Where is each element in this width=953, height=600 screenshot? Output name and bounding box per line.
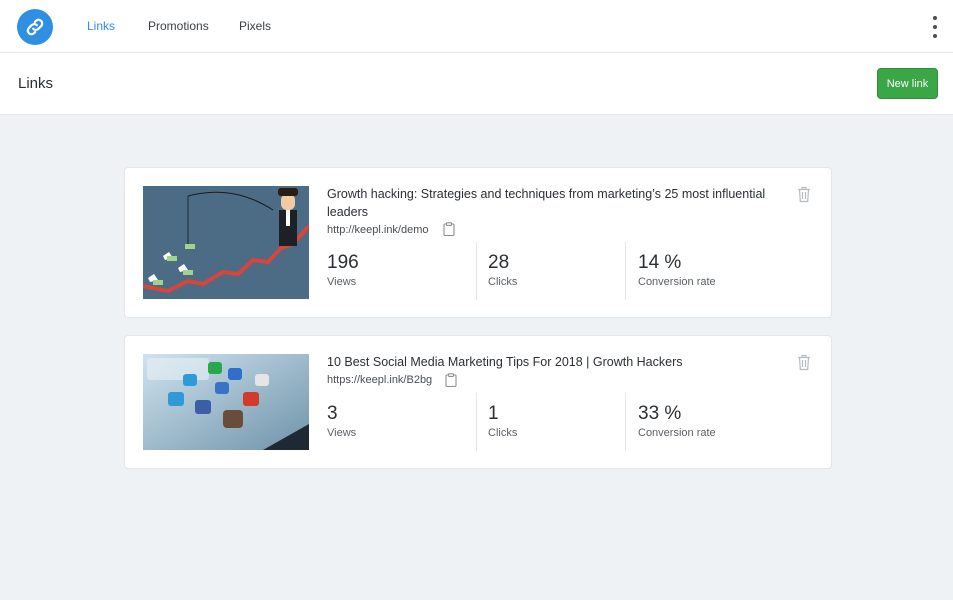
- link-title[interactable]: 10 Best Social Media Marketing Tips For …: [327, 353, 777, 371]
- stat-label: Clicks: [488, 276, 518, 288]
- stat-value: 33 %: [638, 403, 682, 424]
- link-thumbnail[interactable]: [143, 186, 309, 299]
- trash-icon[interactable]: [797, 186, 811, 203]
- divider: [476, 242, 477, 300]
- clipboard-icon[interactable]: [445, 373, 457, 387]
- link-url[interactable]: https://keepl.ink/B2bg: [327, 374, 432, 386]
- views-stat: 196 Views: [327, 252, 467, 288]
- divider: [625, 393, 626, 451]
- link-card: Growth hacking: Strategies and technique…: [124, 167, 832, 318]
- clipboard-icon[interactable]: [443, 222, 455, 236]
- divider: [625, 242, 626, 300]
- page-title: Links: [18, 75, 54, 92]
- link-thumbnail[interactable]: [143, 354, 309, 450]
- stat-label: Conversion rate: [638, 427, 716, 439]
- clicks-stat: 1 Clicks: [488, 403, 628, 439]
- link-url[interactable]: http://keepl.ink/demo: [327, 224, 429, 236]
- stat-value: 196: [327, 252, 359, 273]
- stat-label: Conversion rate: [638, 276, 716, 288]
- nav-tab-links[interactable]: Links: [87, 19, 115, 33]
- link-card: 10 Best Social Media Marketing Tips For …: [124, 335, 832, 469]
- stat-label: Clicks: [488, 427, 518, 439]
- nav-tab-pixels[interactable]: Pixels: [239, 19, 271, 33]
- page-header: Links New link: [0, 53, 953, 115]
- divider: [476, 393, 477, 451]
- conversion-rate-stat: 14 % Conversion rate: [638, 252, 778, 288]
- stat-value: 14 %: [638, 252, 682, 273]
- nav-tab-promotions[interactable]: Promotions: [148, 19, 209, 33]
- stat-label: Views: [327, 276, 357, 288]
- more-options-icon[interactable]: [929, 16, 941, 38]
- stat-value: 28: [488, 252, 510, 273]
- new-link-button[interactable]: New link: [877, 68, 938, 99]
- stat-label: Views: [327, 427, 357, 439]
- conversion-rate-stat: 33 % Conversion rate: [638, 403, 778, 439]
- stat-value: 1: [488, 403, 499, 424]
- trash-icon[interactable]: [797, 354, 811, 371]
- stat-value: 3: [327, 403, 338, 424]
- link-logo-icon[interactable]: [17, 9, 53, 45]
- top-navbar: Links Promotions Pixels: [0, 0, 953, 53]
- views-stat: 3 Views: [327, 403, 467, 439]
- clicks-stat: 28 Clicks: [488, 252, 628, 288]
- link-title[interactable]: Growth hacking: Strategies and technique…: [327, 185, 777, 221]
